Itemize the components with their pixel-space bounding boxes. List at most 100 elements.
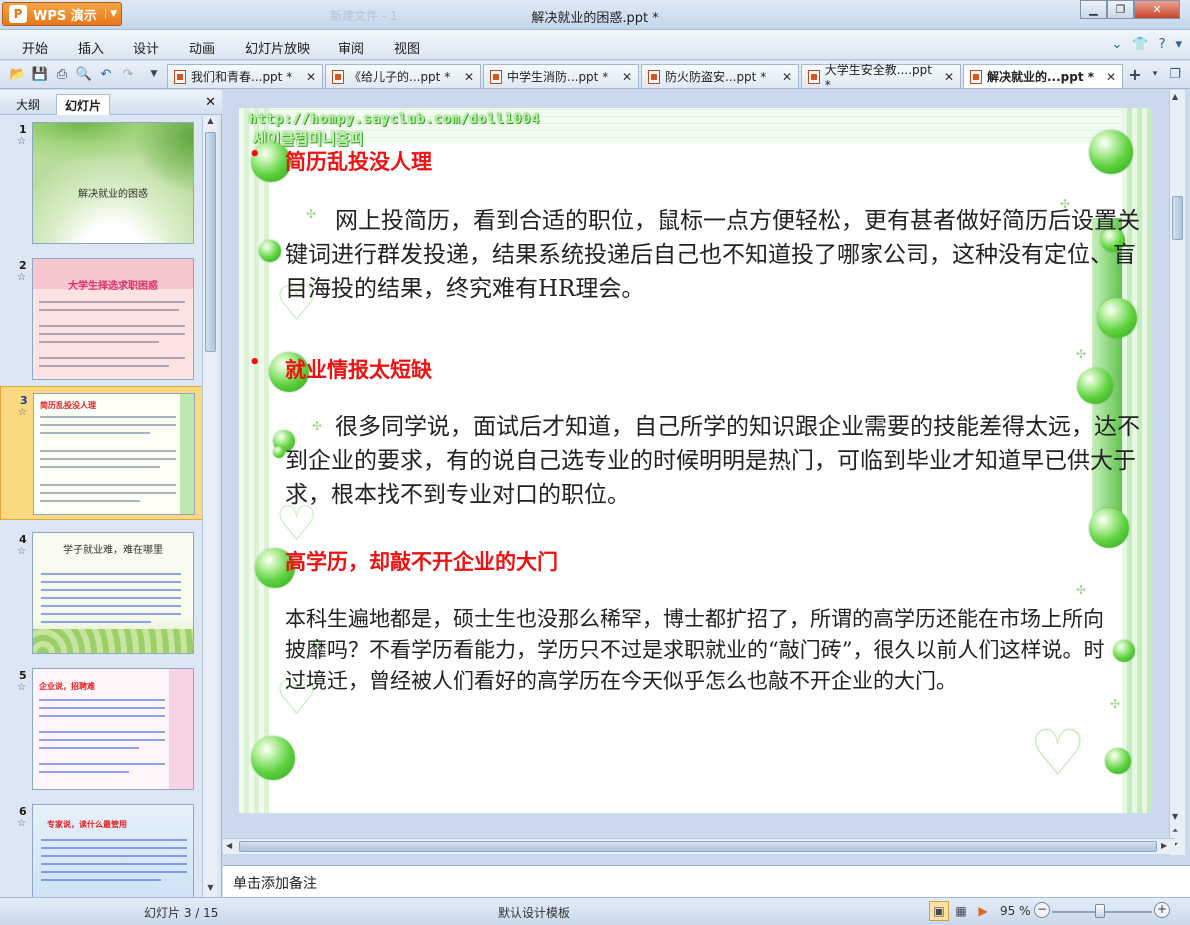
doc-tab-1[interactable]: 我们和青春...ppt * ✕ [167, 64, 323, 88]
save-icon[interactable]: 💾 [31, 65, 49, 83]
scrollbar-thumb[interactable] [205, 132, 216, 352]
menu-slideshow[interactable]: 幻灯片放映 [245, 38, 310, 57]
heart-deco-icon: ♡ [1029, 717, 1087, 791]
close-icon[interactable]: ✕ [205, 95, 216, 110]
close-icon[interactable]: ✕ [622, 70, 632, 84]
slide-thumbnail-4[interactable]: 4 ☆ 学子就业难，难在哪里 [0, 526, 204, 656]
doc-tab-3[interactable]: 中学生消防...ppt * ✕ [483, 64, 639, 88]
menu-animation[interactable]: 动画 [189, 38, 215, 57]
normal-view-icon[interactable]: ▣ [929, 901, 949, 921]
sparkle-deco-icon: ✣ [1109, 697, 1121, 711]
menu-home[interactable]: 开始 [22, 38, 48, 57]
close-icon[interactable]: ✕ [782, 70, 792, 84]
close-icon[interactable]: ✕ [464, 70, 474, 84]
title-bar: P WPS 演示 ▼ 新建文件 - 1 解决就业的困惑.ppt * ▁ ❐ ✕ [0, 0, 1190, 30]
chevron-down-icon[interactable]: ▾ [1175, 37, 1182, 52]
close-icon[interactable]: ✕ [944, 70, 954, 84]
restore-document-icon[interactable]: ❐ [1166, 65, 1184, 83]
tab-list-dropdown-icon[interactable]: ▾ [1146, 65, 1164, 83]
animation-star-icon: ☆ [17, 272, 26, 283]
redo-icon[interactable]: ↷ [119, 65, 137, 83]
current-slide[interactable]: http://hompy.sayclub.com/doll1004 세이클럽미니… [239, 108, 1152, 813]
open-folder-icon[interactable]: 📂 [9, 65, 27, 83]
slide-number: 2 [19, 259, 27, 272]
scroll-left-icon[interactable]: ◀ [226, 841, 232, 850]
section-heading-2[interactable]: 就业情报太短缺 [285, 354, 432, 384]
ppt-file-icon [970, 69, 982, 84]
doc-tab-label: 防火防盗安...ppt * [665, 70, 767, 84]
doc-tab-4[interactable]: 防火防盗安...ppt * ✕ [641, 64, 799, 88]
tab-outline[interactable]: 大纲 [8, 94, 48, 115]
doc-tab-5[interactable]: 大学生安全教....ppt * ✕ [801, 63, 961, 92]
design-template-label[interactable]: 默认设计模板 [498, 904, 570, 921]
thumbnail-scrollbar[interactable]: ▲ ▼ [202, 116, 217, 897]
undo-icon[interactable]: ↶ [97, 65, 115, 83]
section-heading-3[interactable]: 高学历，却敲不开企业的大门 [285, 546, 558, 576]
notes-placeholder[interactable]: 单击添加备注 [233, 873, 317, 893]
menu-design[interactable]: 设计 [133, 38, 159, 57]
scrollbar-thumb[interactable] [239, 841, 1157, 852]
slide-preview: 大学生择选求职困惑 [32, 258, 194, 380]
notes-pane[interactable]: 单击添加备注 [223, 865, 1190, 897]
animation-star-icon: ☆ [17, 682, 26, 693]
doc-tab-active[interactable]: 解决就业的...ppt * ✕ [963, 64, 1123, 88]
collapse-ribbon-icon[interactable]: ⌄ [1111, 37, 1122, 52]
bubble-deco [251, 736, 295, 780]
close-icon[interactable]: ✕ [1106, 70, 1116, 84]
print-icon[interactable]: ⎙ [53, 65, 71, 83]
zoom-slider-thumb[interactable] [1095, 904, 1105, 918]
quick-access-dropdown-icon[interactable]: ▼ [145, 65, 163, 83]
minimize-button[interactable]: ▁ [1080, 0, 1107, 19]
menu-review[interactable]: 审阅 [338, 38, 364, 57]
close-window-button[interactable]: ✕ [1134, 0, 1180, 19]
menu-view[interactable]: 视图 [394, 38, 420, 57]
scroll-down-icon[interactable]: ▼ [203, 883, 218, 897]
print-preview-icon[interactable]: 🔍 [75, 65, 93, 83]
skin-icon[interactable]: 👕 [1132, 37, 1148, 52]
zoom-in-icon[interactable]: + [1154, 902, 1170, 918]
slide-sorter-view-icon[interactable]: ▦ [951, 901, 971, 921]
slide-thumbnail-3[interactable]: 3 ☆ 简历乱投没人理 [0, 386, 204, 520]
add-tab-icon[interactable]: + [1126, 65, 1144, 84]
section-text-3[interactable]: 本科生遍地都是，硕士生也没那么稀罕，博士都扩招了，所谓的高学历还能在市场上所向披… [285, 604, 1121, 697]
section-heading-1[interactable]: 简历乱投没人理 [285, 146, 432, 176]
bubble-deco [273, 446, 285, 458]
editor-vertical-scrollbar[interactable]: ▲ ▼ ⏶ ⏷ [1169, 90, 1185, 855]
slide-thumbnail-5[interactable]: 5 ☆ 企业说，招聘难 [0, 662, 204, 792]
slideshow-view-icon[interactable]: ▶ [973, 901, 993, 921]
bubble-deco [1089, 508, 1129, 548]
close-icon[interactable]: ✕ [306, 70, 316, 84]
help-icon[interactable]: ? [1159, 37, 1166, 52]
window-title: 解决就业的困惑.ppt * [531, 11, 659, 26]
bubble-deco [1077, 368, 1113, 404]
doc-tab-label: 大学生安全教....ppt * [824, 63, 932, 92]
menu-insert[interactable]: 插入 [78, 38, 104, 57]
scroll-right-icon[interactable]: ▶ [1161, 841, 1167, 850]
doc-tab-2[interactable]: 《给儿子的...ppt * ✕ [325, 64, 481, 88]
slide-thumbnail-1[interactable]: 1 ☆ 解决就业的困惑 [0, 116, 204, 246]
editor-horizontal-scrollbar[interactable]: ◀ ▶ [223, 838, 1175, 854]
bullet-icon: • [249, 352, 261, 373]
thumbnail-title: 学子就业难，难在哪里 [63, 545, 163, 556]
scroll-up-icon[interactable]: ▲ [1172, 92, 1178, 101]
thumbnail-title: 简历乱投没人理 [40, 401, 96, 410]
slide-preview: 学子就业难，难在哪里 [32, 532, 194, 654]
ppt-file-icon [174, 69, 186, 84]
maximize-button[interactable]: ❐ [1107, 0, 1134, 19]
scrollbar-thumb[interactable] [1172, 196, 1183, 240]
bullet-icon: • [249, 144, 261, 165]
slide-thumbnail-2[interactable]: 2 ☆ 大学生择选求职困惑 [0, 252, 204, 382]
document-tab-bar: 📂 💾 ⎙ 🔍 ↶ ↷ ▼ 我们和青春...ppt * ✕ 《给儿子的...pp… [0, 61, 1190, 92]
section-text-2[interactable]: 很多同学说，面试后才知道，自己所学的知识跟企业需要的技能差得太远，达不到企业的要… [285, 410, 1143, 512]
previous-slide-icon[interactable]: ⏶ [1172, 826, 1178, 836]
slide-number: 5 [19, 669, 27, 682]
zoom-out-icon[interactable]: − [1034, 902, 1050, 918]
scroll-down-icon[interactable]: ▼ [1172, 812, 1178, 821]
slide-number: 1 [19, 123, 27, 136]
tab-slides[interactable]: 幻灯片 [56, 94, 111, 115]
scroll-up-icon[interactable]: ▲ [203, 116, 218, 130]
slide-deco-url: http://hompy.sayclub.com/doll1004 [249, 112, 541, 127]
slide-thumbnail-6[interactable]: 6 ☆ 专家说，读什么最管用 [0, 798, 204, 897]
panel-tabs: 大纲 幻灯片 ✕ [0, 90, 222, 115]
section-text-1[interactable]: 网上投简历，看到合适的职位，鼠标一点方便轻松，更有甚者做好简历后设置关键词进行群… [285, 204, 1143, 306]
